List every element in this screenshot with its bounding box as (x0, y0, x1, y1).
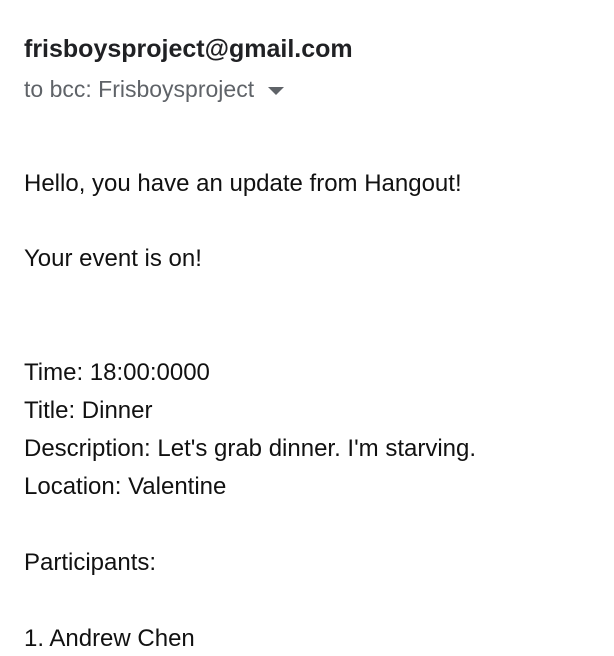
greeting-text: Hello, you have an update from Hangout! (24, 170, 462, 197)
event-title: Title: Dinner (24, 397, 153, 424)
event-description: Description: Let's grab dinner. I'm star… (24, 435, 477, 462)
recipient-text: to bcc: Frisboysproject (24, 76, 255, 102)
event-location: Location: Valentine (24, 473, 227, 500)
participants-heading: Participants: (24, 549, 157, 576)
participant-item: 1. Andrew Chen (24, 625, 195, 652)
event-status-text: Your event is on! (24, 245, 202, 272)
recipient-details[interactable]: to bcc: Frisboysproject (24, 76, 285, 103)
chevron-down-icon[interactable] (268, 86, 285, 95)
event-time: Time: 18:00:0000 (24, 359, 210, 386)
sender-address[interactable]: frisboysproject@gmail.com (24, 35, 353, 64)
